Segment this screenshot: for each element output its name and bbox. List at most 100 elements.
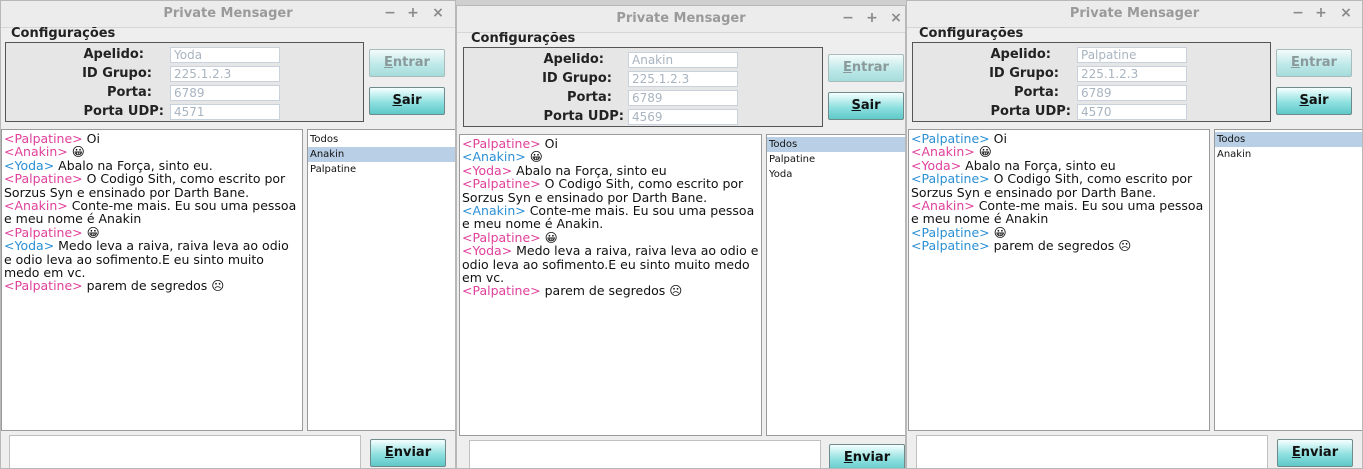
chat-message: <Palpatine> parem de segredos ☹	[462, 284, 759, 297]
porta-field[interactable]: 6789	[1077, 85, 1187, 101]
user-list-item[interactable]: Todos	[767, 137, 905, 152]
user-list[interactable]: Todos Palpatine Yoda	[766, 134, 905, 436]
udp-field[interactable]: 4571	[170, 104, 280, 120]
user-list-item[interactable]: Anakin	[1215, 147, 1362, 162]
enter-button[interactable]: Entrar	[369, 49, 445, 77]
chat-message: <Anakin> 😀	[911, 145, 1207, 158]
maximize-icon[interactable]: +	[863, 9, 881, 27]
message-nick: <Palpatine>	[462, 283, 541, 299]
user-list[interactable]: Todos Anakin	[1214, 129, 1362, 431]
maximize-icon[interactable]: +	[404, 4, 422, 22]
enter-button[interactable]: Entrar	[1276, 49, 1352, 77]
send-button[interactable]: Enviar	[829, 444, 905, 468]
message-text: Oi	[540, 136, 558, 151]
message-input[interactable]	[916, 435, 1268, 468]
minimize-icon[interactable]: −	[839, 9, 857, 27]
chat-message: <Anakin> 😀	[4, 145, 300, 158]
user-list-item[interactable]: Todos	[308, 132, 455, 147]
chat-message: <Anakin> Conte-me mais. Eu sou uma pesso…	[911, 199, 1207, 226]
minimize-icon[interactable]: −	[381, 4, 399, 22]
grupo-field[interactable]: 225.1.2.3	[170, 66, 280, 82]
porta-field[interactable]: 6789	[628, 90, 738, 106]
grupo-field[interactable]: 225.1.2.3	[628, 71, 738, 87]
chat-message: <Yoda> Abalo na Força, sinto eu.	[4, 159, 300, 172]
chat-log: <Palpatine> Oi <Anakin> 😀 <Yoda> Abalo na …	[908, 129, 1210, 431]
title-bar[interactable]: Private Mensager − + ×	[907, 1, 1362, 28]
chat-window-yoda: Private Mensager − + × Configurações Ape…	[0, 0, 456, 469]
chat-message: <Palpatine> O Codigo Sith, como escrito …	[4, 172, 300, 199]
message-input[interactable]	[469, 440, 821, 468]
udp-label: Porta UDP:	[543, 109, 624, 124]
chat-message: <Palpatine> Oi	[4, 132, 300, 145]
close-icon[interactable]: ×	[429, 4, 447, 22]
message-text: parem de segredos ☹	[82, 278, 225, 294]
porta-label: Porta:	[1013, 85, 1059, 100]
chat-message: <Yoda> Abalo na Força, sinto eu	[462, 164, 759, 177]
porta-label: Porta:	[566, 90, 612, 105]
porta-field[interactable]: 6789	[170, 85, 280, 101]
exit-button[interactable]: Sair	[369, 87, 445, 115]
config-panel: Apelido: Palpatine ID Grupo: 225.1.2.3 P…	[912, 42, 1271, 122]
close-icon[interactable]: ×	[887, 9, 905, 27]
chat-message: <Anakin> Conte-me mais. Eu sou uma pesso…	[462, 204, 759, 231]
chat-message: <Palpatine> Oi	[462, 137, 759, 150]
user-list-item[interactable]: Palpatine	[767, 152, 905, 167]
grupo-label: ID Grupo:	[542, 71, 612, 86]
maximize-icon[interactable]: +	[1312, 4, 1330, 22]
chat-window-palpatine: Private Mensager − + × Configurações Ape…	[906, 0, 1363, 469]
grupo-label: ID Grupo:	[82, 66, 152, 81]
user-list[interactable]: Todos Anakin Palpatine	[307, 129, 455, 431]
title-bar[interactable]: Private Mensager − + ×	[1, 1, 455, 28]
udp-label: Porta UDP:	[83, 104, 164, 119]
title-bar[interactable]: Private Mensager − + ×	[457, 6, 905, 33]
chat-message: <Palpatine> 😀	[462, 231, 759, 244]
chat-message: <Palpatine> parem de segredos ☹	[4, 279, 300, 292]
chat-message: <Yoda> Medo leva a raiva, raiva leva ao …	[4, 239, 300, 279]
config-title: Configurações	[919, 26, 1024, 41]
apelido-label: Apelido:	[543, 52, 604, 67]
user-list-item[interactable]: Anakin	[308, 147, 455, 162]
send-button[interactable]: Enviar	[370, 439, 446, 467]
apelido-field[interactable]: Yoda	[170, 47, 280, 63]
apelido-label: Apelido:	[83, 47, 144, 62]
porta-label: Porta:	[106, 85, 152, 100]
user-list-item[interactable]: Yoda	[767, 167, 905, 182]
user-list-item[interactable]: Palpatine	[308, 162, 455, 177]
message-text: Oi	[989, 131, 1007, 146]
config-title: Configurações	[11, 26, 116, 41]
grupo-field[interactable]: 225.1.2.3	[1077, 66, 1187, 82]
config-title: Configurações	[471, 31, 576, 46]
apelido-field[interactable]: Palpatine	[1077, 47, 1187, 63]
enter-button[interactable]: Entrar	[828, 54, 904, 82]
udp-label: Porta UDP:	[990, 104, 1071, 119]
exit-button[interactable]: Sair	[828, 92, 904, 120]
chat-message: <Anakin> Conte-me mais. Eu sou uma pesso…	[4, 199, 300, 226]
message-input[interactable]	[9, 435, 361, 468]
window-title: Private Mensager	[616, 11, 746, 26]
message-nick: <Palpatine>	[4, 278, 83, 294]
apelido-field[interactable]: Anakin	[628, 52, 738, 68]
exit-button[interactable]: Sair	[1276, 87, 1352, 115]
chat-log: <Palpatine> Oi <Anakin> 😀 <Yoda> Abalo na …	[459, 134, 762, 436]
chat-message: <Anakin> 😀	[462, 150, 759, 163]
chat-window-anakin: Private Mensager − + × Configurações Ape…	[456, 5, 906, 469]
close-icon[interactable]: ×	[1337, 4, 1355, 22]
chat-message: <Palpatine> O Codigo Sith, como escrito …	[462, 177, 759, 204]
chat-message: <Yoda> Abalo na Força, sinto eu	[911, 159, 1207, 172]
user-list-item[interactable]: Todos	[1215, 132, 1362, 147]
message-nick: <Palpatine>	[911, 238, 990, 254]
send-button[interactable]: Enviar	[1277, 439, 1353, 467]
apelido-label: Apelido:	[990, 47, 1051, 62]
message-text: Oi	[82, 131, 100, 146]
chat-message: <Palpatine> parem de segredos ☹	[911, 239, 1207, 252]
chat-message: <Palpatine> O Codigo Sith, como escrito …	[911, 172, 1207, 199]
config-panel: Apelido: Anakin ID Grupo: 225.1.2.3 Port…	[463, 47, 823, 127]
config-panel: Apelido: Yoda ID Grupo: 225.1.2.3 Porta:…	[5, 42, 364, 122]
chat-log: <Palpatine> Oi <Anakin> 😀 <Yoda> Abalo na …	[1, 129, 303, 431]
minimize-icon[interactable]: −	[1289, 4, 1307, 22]
udp-field[interactable]: 4569	[628, 109, 738, 125]
chat-message: <Palpatine> 😀	[4, 226, 300, 239]
udp-field[interactable]: 4570	[1077, 104, 1187, 120]
message-text: parem de segredos ☹	[540, 283, 683, 299]
chat-message: <Palpatine> 😀	[911, 226, 1207, 239]
